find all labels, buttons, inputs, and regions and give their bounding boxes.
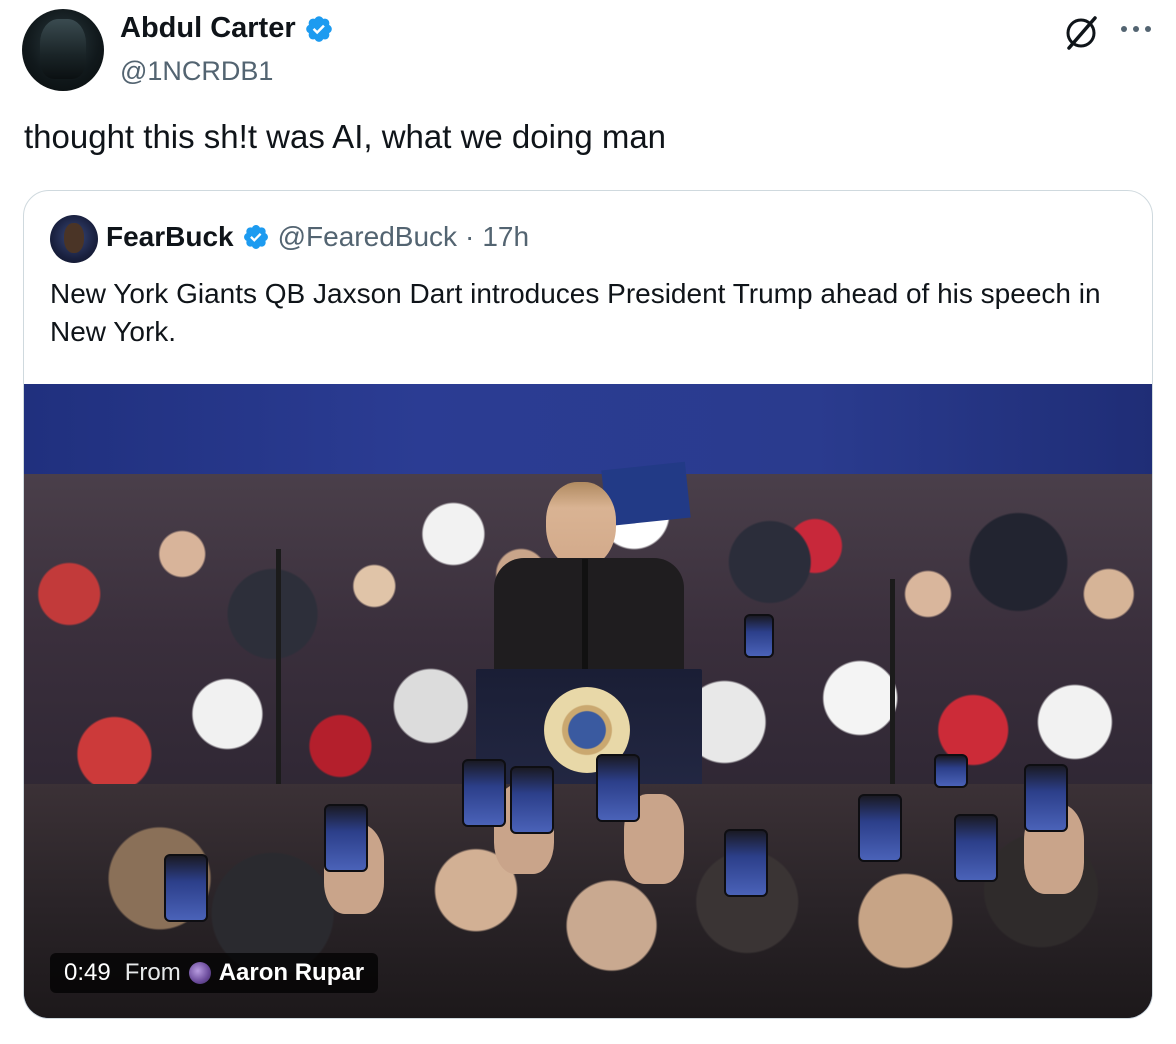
video-source-name[interactable]: Aaron Rupar (219, 959, 364, 987)
video-phone (724, 829, 768, 897)
video-phone (858, 794, 902, 862)
video-phone (934, 754, 968, 788)
quote-separator: · (465, 221, 475, 252)
video-phone (954, 814, 998, 882)
video-speaker-head (546, 482, 616, 568)
quote-timestamp[interactable]: 17h (482, 221, 529, 253)
video-phone (596, 754, 640, 822)
quote-verified-badge-icon (243, 225, 268, 249)
quote-avatar-figure (64, 223, 84, 253)
video-from-label: From (124, 959, 181, 986)
tweet: Abdul Carter @1NCRDB1 thought this sh!t … (0, 0, 1176, 1044)
author-name-row: Abdul Carter (120, 12, 334, 45)
author-avatar[interactable] (22, 9, 104, 91)
author-handle[interactable]: @1NCRDB1 (120, 56, 273, 87)
video-phone (324, 804, 368, 872)
quote-author-avatar[interactable] (50, 215, 98, 263)
quote-text: New York Giants QB Jaxson Dart introduce… (50, 278, 1101, 347)
more-dots-icon (1121, 26, 1151, 32)
video-phone (164, 854, 208, 922)
quote-author-handle[interactable]: @FearedBuck (278, 221, 457, 253)
tweet-text: thought this sh!t was AI, what we doing … (24, 118, 667, 155)
video-phone (510, 766, 554, 834)
author-avatar-figure (40, 19, 86, 79)
video-duration: 0:49 (64, 959, 111, 986)
video-info-badge: 0:49 From Aaron Rupar (50, 953, 379, 993)
author-display-name[interactable]: Abdul Carter (120, 12, 296, 45)
quoted-tweet[interactable]: FearBuck @FearedBuck · 17h New York Gian… (23, 190, 1153, 1019)
more-options-icon[interactable] (1116, 14, 1156, 44)
quote-author-row: FearBuck @FearedBuck · 17h (106, 221, 529, 253)
video-phone (744, 614, 774, 658)
quote-video[interactable]: 0:49 From Aaron Rupar (24, 384, 1152, 1018)
video-phone (1024, 764, 1068, 832)
verified-badge-icon (305, 15, 332, 42)
quote-author-display-name[interactable]: FearBuck (106, 221, 234, 253)
grok-icon[interactable] (1062, 14, 1100, 52)
video-podium-mic (582, 559, 588, 669)
video-phone (462, 759, 506, 827)
video-source-avatar (188, 962, 211, 984)
